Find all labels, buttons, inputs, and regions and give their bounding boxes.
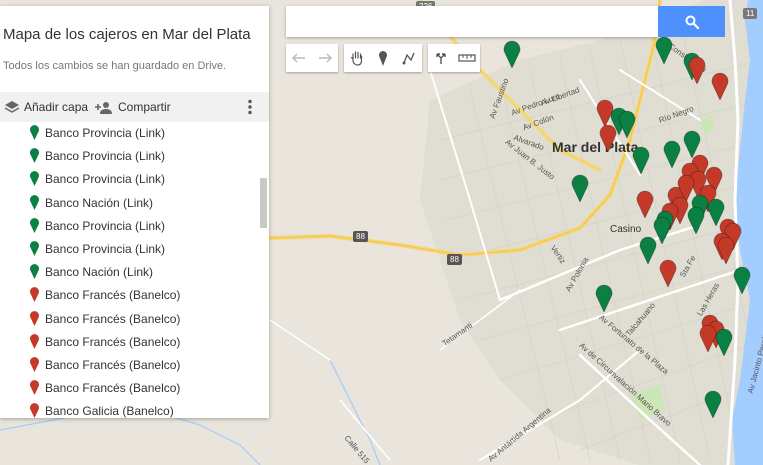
- layer-feature-list: Banco Provincia (Link) Banco Provincia (L…: [0, 122, 258, 418]
- marker-icon: [30, 171, 39, 187]
- draw-line-icon: [402, 52, 415, 65]
- list-item[interactable]: Banco Provincia (Link): [0, 168, 258, 191]
- list-item-label: Banco Provincia (Link): [45, 126, 166, 140]
- marker-icon: [30, 148, 39, 164]
- green-atm-marker[interactable]: [715, 328, 733, 356]
- list-item-label: Banco Nación (Link): [45, 195, 154, 210]
- draw-line-button[interactable]: [396, 44, 422, 72]
- green-atm-marker[interactable]: [639, 236, 657, 264]
- add-marker-button[interactable]: [370, 44, 396, 72]
- marker-icon: [30, 241, 39, 256]
- list-item-label: Banco Francés (Banelco): [45, 381, 181, 396]
- list-item[interactable]: Banco Francés (Banelco): [0, 377, 258, 400]
- map-title[interactable]: Mapa de los cajeros en Mar del Plata: [3, 26, 251, 43]
- list-item-label: Banco Francés (Banelco): [45, 357, 181, 372]
- list-item-label: Banco Galicia (Banelco): [45, 404, 174, 418]
- list-item-label: Banco Nación (Link): [45, 265, 154, 280]
- directions-icon: [436, 53, 446, 64]
- add-layer-label: Añadir capa: [24, 100, 89, 114]
- list-item[interactable]: Banco Provincia (Link): [0, 145, 258, 168]
- red-atm-marker[interactable]: [599, 124, 617, 152]
- panel-actions: Añadir capa Compartir: [0, 92, 269, 122]
- layers-icon: [4, 101, 20, 113]
- list-item[interactable]: Banco Galicia (Banelco): [0, 400, 258, 418]
- marker-icon: [30, 264, 39, 280]
- casino-label: Casino: [610, 224, 642, 235]
- share-label: Compartir: [118, 100, 171, 114]
- list-item[interactable]: Banco Francés (Banelco): [0, 331, 258, 354]
- marker-icon: [30, 125, 39, 140]
- route-88-badge: 88: [353, 231, 368, 242]
- list-item[interactable]: Banco Provincia (Link): [0, 238, 258, 261]
- map-toolbar: [286, 44, 484, 72]
- list-scrollbar[interactable]: [260, 178, 267, 228]
- marker-icon: [30, 287, 39, 303]
- city-label: Mar del Plata: [552, 139, 639, 155]
- hand-icon: [350, 51, 363, 66]
- list-item-label: Banco Francés (Banelco): [45, 311, 181, 326]
- green-atm-marker[interactable]: [687, 206, 705, 234]
- red-atm-marker[interactable]: [659, 259, 677, 287]
- marker-icon: [30, 217, 39, 233]
- list-item-label: Banco Provincia (Link): [45, 172, 166, 187]
- green-atm-marker[interactable]: [503, 40, 521, 68]
- marker-icon: [30, 380, 39, 396]
- measure-button[interactable]: [454, 44, 480, 72]
- marker-icon: [30, 403, 39, 418]
- search-button[interactable]: [658, 6, 725, 37]
- route-88-badge-b: 88: [447, 254, 462, 265]
- redo-button[interactable]: [312, 44, 338, 72]
- search-icon: [685, 15, 699, 29]
- pan-hand-button[interactable]: [344, 44, 370, 72]
- green-atm-marker[interactable]: [663, 140, 681, 168]
- list-item[interactable]: Banco Provincia (Link): [0, 215, 258, 238]
- green-atm-marker[interactable]: [704, 390, 722, 418]
- route-11-badge: 11: [743, 8, 758, 19]
- green-atm-marker[interactable]: [618, 110, 636, 138]
- map-legend-panel: Mapa de los cajeros en Mar del Plata Tod…: [0, 6, 269, 418]
- undo-button[interactable]: [286, 44, 312, 72]
- red-atm-marker[interactable]: [636, 190, 654, 218]
- add-layer-button[interactable]: Añadir capa: [4, 92, 88, 122]
- share-button[interactable]: Compartir: [95, 92, 171, 122]
- undo-icon: [292, 53, 305, 63]
- red-atm-marker[interactable]: [688, 56, 706, 84]
- list-item[interactable]: Banco Francés (Banelco): [0, 308, 258, 331]
- more-options-icon[interactable]: [247, 99, 253, 115]
- list-item-label: Banco Provincia (Link): [45, 149, 166, 164]
- green-atm-marker[interactable]: [733, 266, 751, 294]
- list-item-label: Banco Provincia (Link): [45, 218, 166, 233]
- green-atm-marker[interactable]: [595, 284, 613, 312]
- directions-button[interactable]: [428, 44, 454, 72]
- list-item[interactable]: Banco Nación (Link): [0, 192, 258, 215]
- green-atm-marker[interactable]: [632, 146, 650, 174]
- marker-icon: [30, 194, 39, 210]
- list-item[interactable]: Banco Nación (Link): [0, 261, 258, 284]
- save-status: Todos los cambios se han guardado en Dri…: [3, 60, 227, 72]
- redo-icon: [319, 53, 332, 63]
- list-item-label: Banco Provincia (Link): [45, 241, 166, 256]
- marker-icon: [30, 310, 39, 326]
- list-item[interactable]: Banco Francés (Banelco): [0, 354, 258, 377]
- list-item[interactable]: Banco Francés (Banelco): [0, 284, 258, 307]
- list-item[interactable]: Banco Provincia (Link): [0, 122, 258, 145]
- marker-icon: [30, 333, 39, 349]
- red-atm-marker[interactable]: [717, 236, 735, 264]
- list-item-label: Banco Francés (Banelco): [45, 288, 181, 303]
- marker-icon: [379, 50, 387, 66]
- marker-icon: [30, 357, 39, 372]
- search-input[interactable]: [286, 6, 658, 37]
- green-atm-marker[interactable]: [655, 36, 673, 64]
- ruler-icon: [458, 54, 476, 62]
- list-item-label: Banco Francés (Banelco): [45, 334, 181, 349]
- red-atm-marker[interactable]: [711, 72, 729, 100]
- green-atm-marker[interactable]: [571, 174, 589, 202]
- add-person-icon: [95, 101, 112, 114]
